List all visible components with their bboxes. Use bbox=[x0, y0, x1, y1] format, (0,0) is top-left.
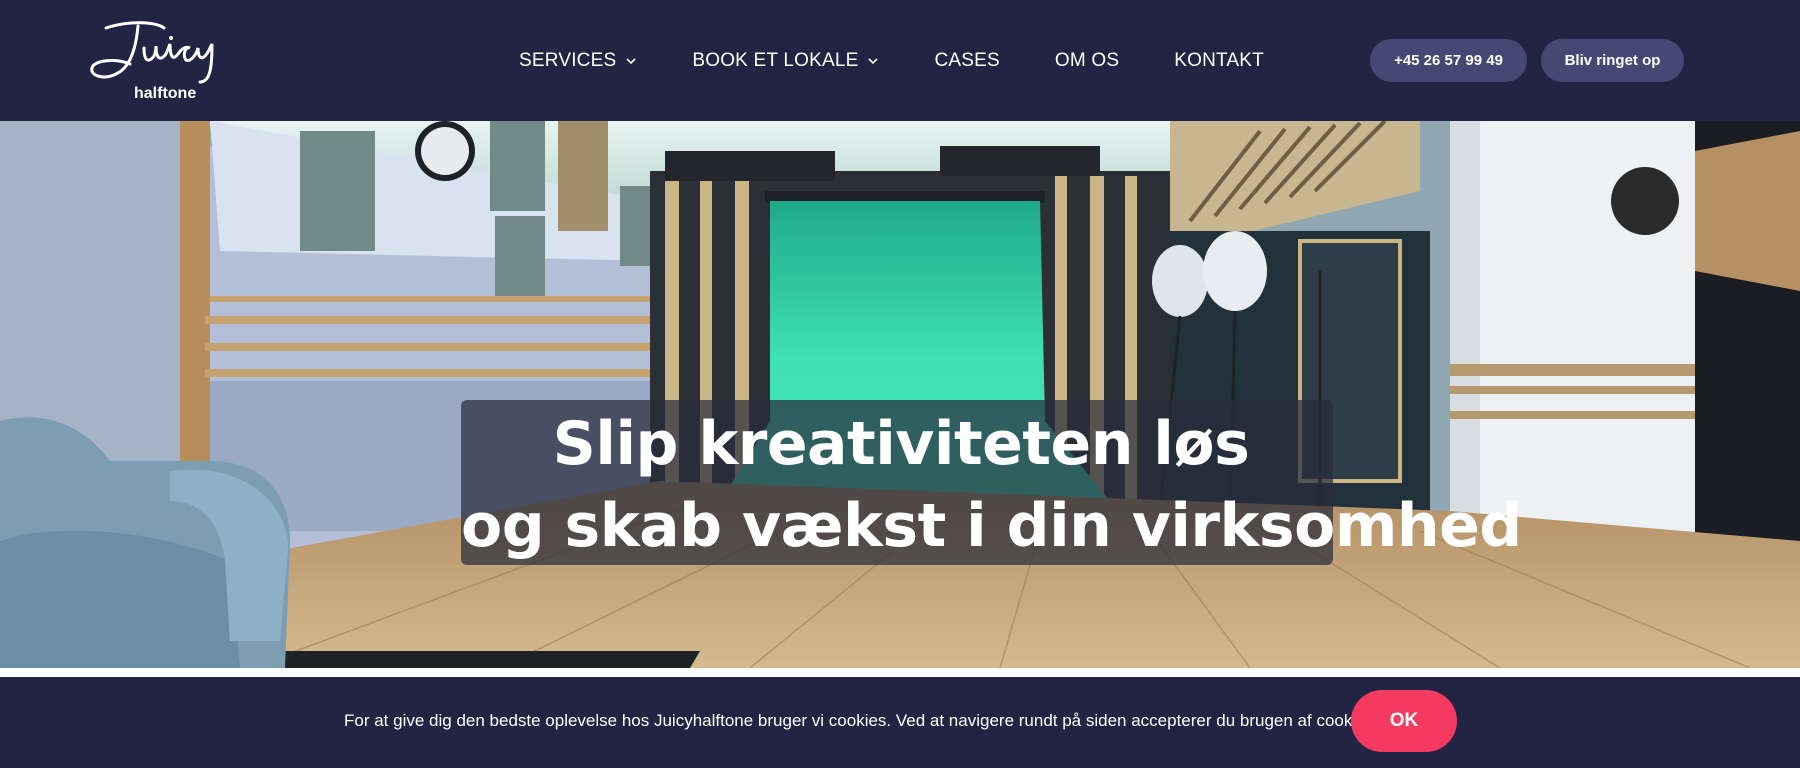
site-header: halftone SERVICES BOOK ET LOKALE CASES O… bbox=[0, 0, 1800, 121]
nav-item-book-et-lokale[interactable]: BOOK ET LOKALE bbox=[692, 50, 879, 72]
nav-item-kontakt[interactable]: KONTAKT bbox=[1174, 50, 1264, 72]
main-navigation: SERVICES BOOK ET LOKALE CASES OM OS KONT… bbox=[519, 0, 1264, 121]
nav-item-cases[interactable]: CASES bbox=[934, 50, 999, 72]
cookie-accept-button[interactable]: OK bbox=[1351, 690, 1457, 752]
hero-headline: Slip kreativiteten løs og skab vækst i d… bbox=[461, 403, 1522, 567]
divider-strip bbox=[0, 668, 1800, 677]
nav-label-services: SERVICES bbox=[519, 49, 617, 71]
juicy-halftone-logo-icon: halftone bbox=[90, 21, 214, 102]
hero-headline-line-2: og skab vækst i din virksomhed bbox=[461, 491, 1522, 561]
nav-label-cases: CASES bbox=[934, 49, 1000, 71]
nav-label-book-et-lokale: BOOK ET LOKALE bbox=[692, 49, 859, 71]
chevron-down-icon bbox=[868, 57, 879, 64]
studio-photo bbox=[0, 121, 1800, 668]
brand-logo[interactable]: halftone bbox=[86, 18, 226, 102]
brand-tagline: halftone bbox=[134, 85, 196, 102]
chevron-down-icon bbox=[626, 57, 636, 64]
nav-label-kontakt: KONTAKT bbox=[1174, 49, 1264, 71]
nav-item-om-os[interactable]: OM OS bbox=[1055, 50, 1119, 72]
phone-button[interactable]: +45 26 57 99 49 bbox=[1370, 39, 1527, 82]
nav-item-services[interactable]: SERVICES bbox=[519, 50, 637, 72]
cookie-banner: For at give dig den bedste oplevelse hos… bbox=[0, 677, 1800, 768]
hero-headline-line-1: Slip kreativiteten løs bbox=[552, 409, 1250, 479]
callback-button[interactable]: Bliv ringet op bbox=[1541, 39, 1684, 82]
cookie-banner-text: For at give dig den bedste oplevelse hos… bbox=[344, 711, 1379, 730]
nav-label-om-os: OM OS bbox=[1054, 49, 1120, 71]
hero-section: Slip kreativiteten løs og skab vækst i d… bbox=[0, 121, 1800, 668]
